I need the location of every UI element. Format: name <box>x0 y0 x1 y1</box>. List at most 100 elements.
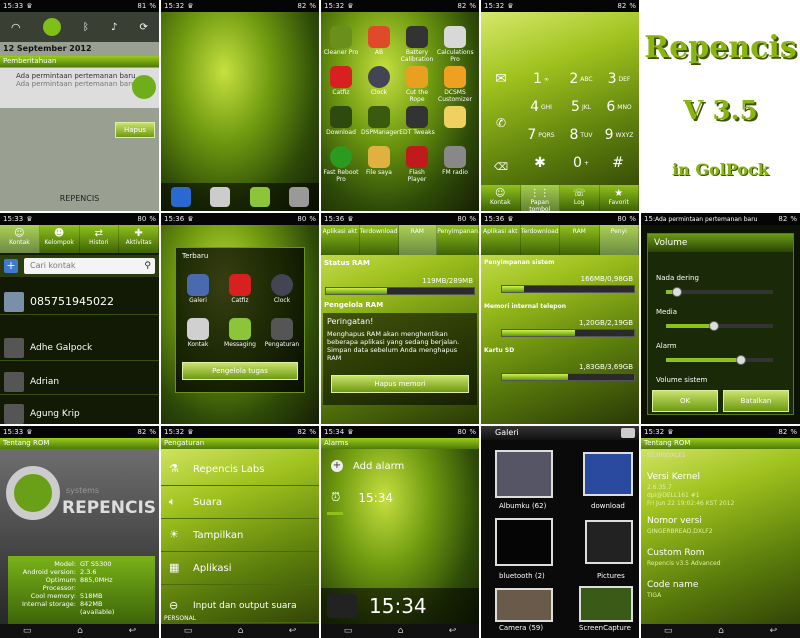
sound-icon[interactable]: ♪ <box>111 22 117 33</box>
return-icon[interactable]: ↩ <box>289 626 297 636</box>
dial-key-4[interactable]: 4 GHI <box>523 94 559 120</box>
app-clock[interactable]: Clock <box>361 66 397 96</box>
app-edt[interactable]: EDT Tweaks <box>399 106 435 136</box>
album-bluetooth[interactable] <box>495 518 553 566</box>
dial-key-1[interactable]: 1 ∞ <box>523 66 559 92</box>
data-toggle-icon[interactable] <box>42 18 61 36</box>
app-flash[interactable]: Flash Player <box>399 146 435 183</box>
tab-ram[interactable]: RAM <box>398 225 438 255</box>
alarm-item[interactable]: ⏰︎ 15:34 <box>331 490 393 505</box>
voicemail-key[interactable]: ✉ <box>483 66 519 92</box>
ringtone-slider[interactable] <box>666 287 773 297</box>
app-drawer-icon[interactable] <box>289 187 310 207</box>
recent-contacts[interactable]: Kontak <box>180 318 216 348</box>
back-icon[interactable]: ▭ <box>664 626 673 636</box>
home-icon[interactable]: ⌂ <box>238 626 244 636</box>
dial-key-3[interactable]: 3 DEF <box>601 66 637 92</box>
app-fm-radio[interactable]: FM radio <box>437 146 473 176</box>
album-camera[interactable] <box>495 588 553 622</box>
cancel-button[interactable]: Batalkan <box>723 390 789 412</box>
dial-key-5[interactable]: 5 JKL <box>563 94 599 120</box>
app-cut-rope[interactable]: Cut the Rope <box>399 66 435 103</box>
tab-contacts[interactable]: ☺ Kontak <box>481 185 521 211</box>
tab-active-apps[interactable]: Aplikasi akt <box>481 225 521 255</box>
ok-button[interactable]: OK <box>652 390 718 412</box>
app-catfiz[interactable]: Catfiz <box>323 66 359 96</box>
clear-memory-button[interactable]: Hapus memori <box>331 375 469 393</box>
return-icon[interactable]: ↩ <box>449 626 457 636</box>
alarm-toggle[interactable] <box>327 512 343 515</box>
dial-key-9[interactable]: 9 WXYZ <box>601 122 637 148</box>
phone-icon[interactable] <box>170 187 191 207</box>
call-key[interactable]: ✆ <box>483 110 519 136</box>
search-input[interactable]: Cari kontak ⚲ <box>24 258 155 274</box>
return-icon[interactable]: ↩ <box>770 626 778 636</box>
list-item[interactable]: Adrian <box>0 369 159 395</box>
media-slider[interactable] <box>666 321 773 331</box>
home-icon[interactable]: ⌂ <box>398 626 404 636</box>
tab-ram[interactable]: RAM <box>560 225 600 255</box>
album-screencapture[interactable] <box>579 586 633 622</box>
album-pictures[interactable] <box>585 520 633 564</box>
slider-knob[interactable] <box>735 355 746 365</box>
recent-gallery[interactable]: Galeri <box>180 274 216 304</box>
list-item[interactable]: Adhe Galpock <box>0 335 159 361</box>
dial-key-7[interactable]: 7 PQRS <box>523 122 559 148</box>
tab-groups[interactable]: ☻ Kelompok <box>40 225 80 253</box>
contacts-icon[interactable] <box>210 187 231 207</box>
album-download[interactable] <box>583 452 633 496</box>
recent-messaging[interactable]: Messaging <box>222 318 258 348</box>
tab-contacts[interactable]: ☺ Kontak <box>0 225 40 253</box>
tab-log[interactable]: ☏ Log <box>560 185 600 211</box>
back-icon[interactable]: ▭ <box>184 626 193 636</box>
app-calculations[interactable]: Calculations Pro <box>437 26 474 63</box>
app-misc[interactable] <box>437 106 473 129</box>
app-battery[interactable]: Battery Calibration <box>399 26 435 63</box>
dial-key-11[interactable]: 0 + <box>563 150 599 176</box>
back-icon[interactable]: ▭ <box>23 626 32 636</box>
tab-downloaded[interactable]: Terdownload <box>360 225 399 255</box>
dial-key-12[interactable]: # <box>601 150 637 176</box>
app-files[interactable]: File saya <box>361 146 397 176</box>
camera-icon[interactable] <box>621 428 635 438</box>
tab-favorites[interactable]: ★ Favorit <box>600 185 639 211</box>
tab-storage[interactable]: Penyi <box>599 225 639 255</box>
dial-key-8[interactable]: 8 TUV <box>563 122 599 148</box>
recent-clock[interactable]: Clock <box>264 274 300 304</box>
clear-button[interactable]: Hapus <box>115 122 155 138</box>
add-alarm-row[interactable]: + Add alarm <box>331 460 404 472</box>
list-item[interactable]: 085751945022 <box>0 289 159 315</box>
tab-active-apps[interactable]: Aplikasi akt <box>321 225 360 255</box>
menu-display[interactable]: ☀ Tampilkan <box>161 519 319 552</box>
dial-key-10[interactable]: ✱ <box>523 150 559 176</box>
list-item[interactable]: Agung Krip <box>0 401 159 424</box>
slider-knob[interactable] <box>709 321 720 331</box>
alarm-slider[interactable] <box>666 355 773 365</box>
slider-knob[interactable] <box>671 287 682 297</box>
home-icon[interactable]: ⌂ <box>77 626 83 636</box>
messaging-icon[interactable] <box>249 187 270 207</box>
dial-key-6[interactable]: 6 MNO <box>601 94 637 120</box>
tab-history[interactable]: ⇄ Histori <box>80 225 120 253</box>
dial-key-2[interactable]: 2 ABC <box>563 66 599 92</box>
app-fast-reboot[interactable]: Fast Reboot Pro <box>323 146 359 183</box>
add-contact-icon[interactable]: + <box>4 259 18 273</box>
bluetooth-icon[interactable]: ᛒ <box>83 22 89 33</box>
tab-storage[interactable]: Penyimpanan <box>437 225 479 255</box>
app-cleaner[interactable]: Cleaner Pro <box>323 26 359 56</box>
wifi-icon[interactable]: ◠ <box>11 21 21 34</box>
app-dspmanager[interactable]: DSPManager <box>361 106 399 136</box>
rotate-icon[interactable]: ⟳ <box>139 22 147 33</box>
return-icon[interactable]: ↩ <box>129 626 137 636</box>
tab-activity[interactable]: ✚ Aktivitas <box>119 225 159 253</box>
app-dcsms[interactable]: DCSMS Customizer <box>437 66 473 103</box>
delete-key[interactable]: ⌫ <box>483 154 519 180</box>
menu-apps[interactable]: ▦ Aplikasi <box>161 552 319 585</box>
task-manager-button[interactable]: Pengelola tugas <box>182 362 298 380</box>
tab-keypad[interactable]: ⋮⋮ Papan tombol <box>520 185 560 211</box>
tab-downloaded[interactable]: Terdownload <box>521 225 560 255</box>
recent-catfiz[interactable]: Catfiz <box>222 274 258 304</box>
menu-sound[interactable]: 🔈︎ Suara <box>161 486 319 519</box>
app-download[interactable]: Download <box>323 106 359 136</box>
menu-repencis-labs[interactable]: ⚗ Repencis Labs <box>161 453 319 486</box>
